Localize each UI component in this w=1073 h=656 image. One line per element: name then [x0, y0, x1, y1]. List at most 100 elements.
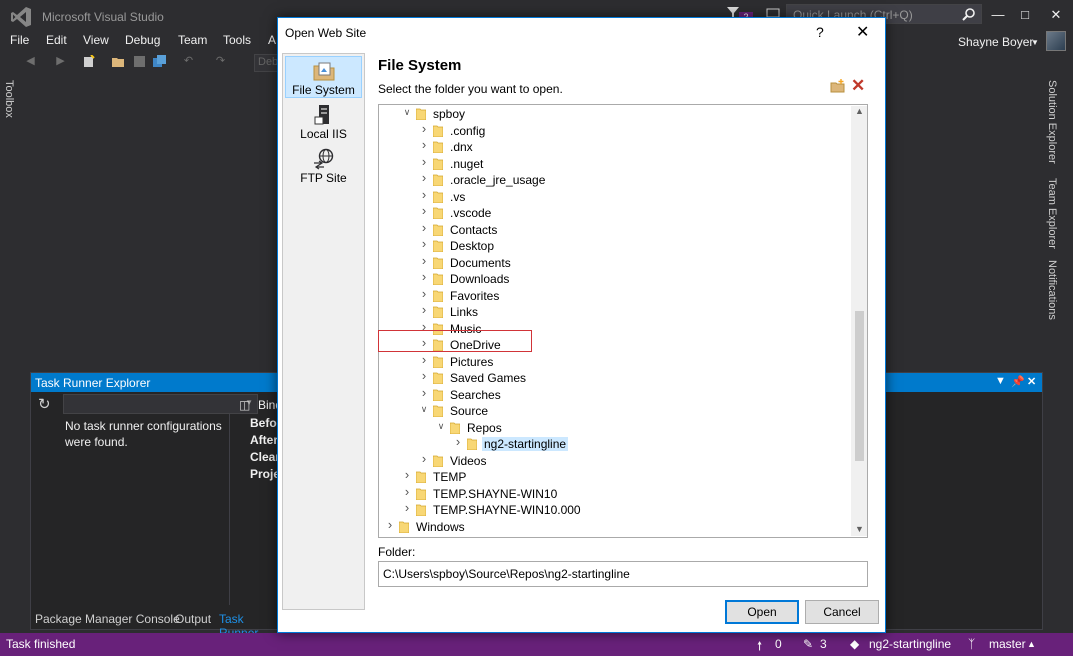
chevron-right-icon[interactable]: › [419, 154, 429, 169]
open-button[interactable]: Open [725, 600, 799, 624]
folder-icon [433, 306, 443, 318]
chevron-right-icon[interactable]: › [419, 253, 429, 268]
status-bar: Task finished 🠕 0 ✎ 3 ◆ ng2-startingline… [0, 633, 1073, 656]
task-runner-project-combo[interactable]: ▼ [63, 394, 258, 414]
search-icon[interactable] [962, 8, 975, 21]
nav-local-iis[interactable]: Local IIS [285, 101, 362, 143]
chevron-down-icon[interactable]: ∨ [419, 404, 429, 415]
chevron-right-icon[interactable]: › [402, 500, 412, 515]
panel-menu-icon[interactable]: ▼ [995, 375, 1006, 387]
menu-tools[interactable]: Tools [223, 33, 251, 47]
help-button[interactable]: ? [816, 24, 824, 40]
chevron-right-icon[interactable]: › [419, 220, 429, 235]
cancel-button[interactable]: Cancel [805, 600, 879, 624]
minimize-button[interactable]: — [986, 5, 1010, 25]
chevron-right-icon[interactable]: › [419, 451, 429, 466]
nav-file-system[interactable]: File System [285, 56, 362, 98]
open-file-icon[interactable] [112, 55, 125, 68]
chevron-right-icon[interactable]: › [385, 517, 395, 532]
unpublished-count[interactable]: 0 [775, 637, 782, 651]
tab-output[interactable]: Output [175, 612, 211, 626]
task-runner-title: Task Runner Explorer [35, 376, 151, 390]
nav-ftp-site[interactable]: FTP Site [285, 145, 362, 187]
close-window-button[interactable]: ✕ [1044, 5, 1068, 25]
repo-icon[interactable]: ◆ [850, 637, 859, 651]
branch-name[interactable]: master [989, 637, 1026, 651]
menu-analyze[interactable]: A [268, 33, 276, 47]
tree-row-label: Contacts [450, 222, 498, 237]
menu-edit[interactable]: Edit [46, 33, 67, 47]
folder-icon [433, 389, 443, 401]
menu-file[interactable]: File [10, 33, 29, 47]
scroll-down-icon[interactable]: ▼ [855, 524, 864, 534]
chevron-right-icon[interactable]: › [419, 368, 429, 383]
chevron-right-icon[interactable]: › [402, 467, 412, 482]
pending-changes-count[interactable]: 3 [820, 637, 827, 651]
chevron-up-icon[interactable]: ▲ [1027, 639, 1036, 649]
undo-icon[interactable]: ↶ [182, 55, 195, 68]
avatar[interactable] [1046, 31, 1066, 51]
chevron-right-icon[interactable]: › [453, 434, 463, 449]
scrollbar-thumb[interactable] [855, 311, 864, 461]
menu-team[interactable]: Team [178, 33, 207, 47]
chevron-right-icon[interactable]: › [419, 385, 429, 400]
close-panel-icon[interactable]: ✕ [1027, 375, 1036, 388]
save-all-icon[interactable] [153, 55, 166, 68]
pencil-icon[interactable]: ✎ [803, 637, 813, 651]
tree-scrollbar[interactable]: ▲ ▼ [851, 106, 867, 536]
toolbox-tab[interactable]: Toolbox [3, 80, 23, 140]
publish-arrow-icon[interactable]: 🠕 [757, 637, 762, 656]
new-project-icon[interactable] [82, 55, 95, 68]
forward-icon[interactable]: ▶ [54, 55, 67, 68]
delete-icon[interactable]: ✕ [851, 76, 865, 96]
open-web-site-dialog: Open Web Site ? ✕ File System Local IIS [277, 17, 886, 633]
chevron-right-icon[interactable]: › [419, 137, 429, 152]
new-folder-icon[interactable] [830, 79, 846, 93]
chevron-right-icon[interactable]: › [419, 121, 429, 136]
chevron-right-icon[interactable]: › [419, 269, 429, 284]
team-explorer-tab[interactable]: Team Explorer [1046, 178, 1058, 252]
section-title: File System [378, 57, 462, 74]
solution-explorer-tab[interactable]: Solution Explorer [1046, 80, 1058, 168]
scroll-up-icon[interactable]: ▲ [855, 106, 864, 116]
tree-row-label: .oracle_jre_usage [450, 173, 546, 187]
tree-row-label: Documents [450, 255, 511, 270]
notifications-tab-label: Notifications [1046, 260, 1058, 320]
chevron-down-icon[interactable]: ▼ [1031, 38, 1039, 47]
chevron-right-icon[interactable]: › [419, 286, 429, 301]
tree-row-label: Saved Games [450, 371, 527, 385]
chevron-right-icon[interactable]: › [402, 484, 412, 499]
chevron-right-icon[interactable]: › [419, 352, 429, 367]
folder-icon [433, 273, 443, 285]
back-icon[interactable]: ◀ [24, 55, 37, 68]
menu-view[interactable]: View [83, 33, 109, 47]
tab-package-manager-console[interactable]: Package Manager Console [35, 612, 180, 626]
repo-name[interactable]: ng2-startingline [869, 637, 951, 651]
tree-row-label: Repos [467, 420, 502, 435]
pin-icon[interactable]: 📌 [1011, 375, 1025, 388]
chevron-down-icon[interactable]: ∨ [436, 421, 446, 432]
redo-icon[interactable]: ↷ [214, 55, 227, 68]
chevron-right-icon[interactable]: › [419, 203, 429, 218]
folder-icon [433, 224, 443, 236]
chevron-right-icon[interactable]: › [419, 170, 429, 185]
status-text: Task finished [6, 637, 76, 651]
user-name[interactable]: Shayne Boyer [958, 35, 1033, 49]
window-title: Microsoft Visual Studio [42, 10, 164, 24]
folder-tree[interactable]: ▲ ▼ ∨ spboy › .config › .dnx › .nuget › .oracle_j… [378, 104, 868, 538]
save-icon[interactable] [133, 55, 146, 68]
dialog-title-bar[interactable]: Open Web Site ? ✕ [278, 18, 885, 48]
folder-path-input[interactable]: C:\Users\spboy\Source\Repos\ng2-starting… [378, 561, 868, 587]
refresh-icon[interactable]: ↻ [38, 395, 51, 413]
chevron-right-icon[interactable]: › [419, 236, 429, 251]
chevron-down-icon[interactable]: ∨ [402, 107, 412, 118]
tree-row-label: spboy [433, 107, 466, 121]
menu-debug[interactable]: Debug [125, 33, 160, 47]
chevron-right-icon[interactable]: › [419, 302, 429, 317]
folder-icon [467, 438, 477, 450]
maximize-button[interactable]: □ [1013, 5, 1037, 25]
branch-icon[interactable]: ᛉ [968, 637, 975, 651]
chevron-right-icon[interactable]: › [419, 187, 429, 202]
close-dialog-button[interactable]: ✕ [856, 22, 869, 42]
notifications-tab[interactable]: Notifications [1046, 260, 1058, 326]
